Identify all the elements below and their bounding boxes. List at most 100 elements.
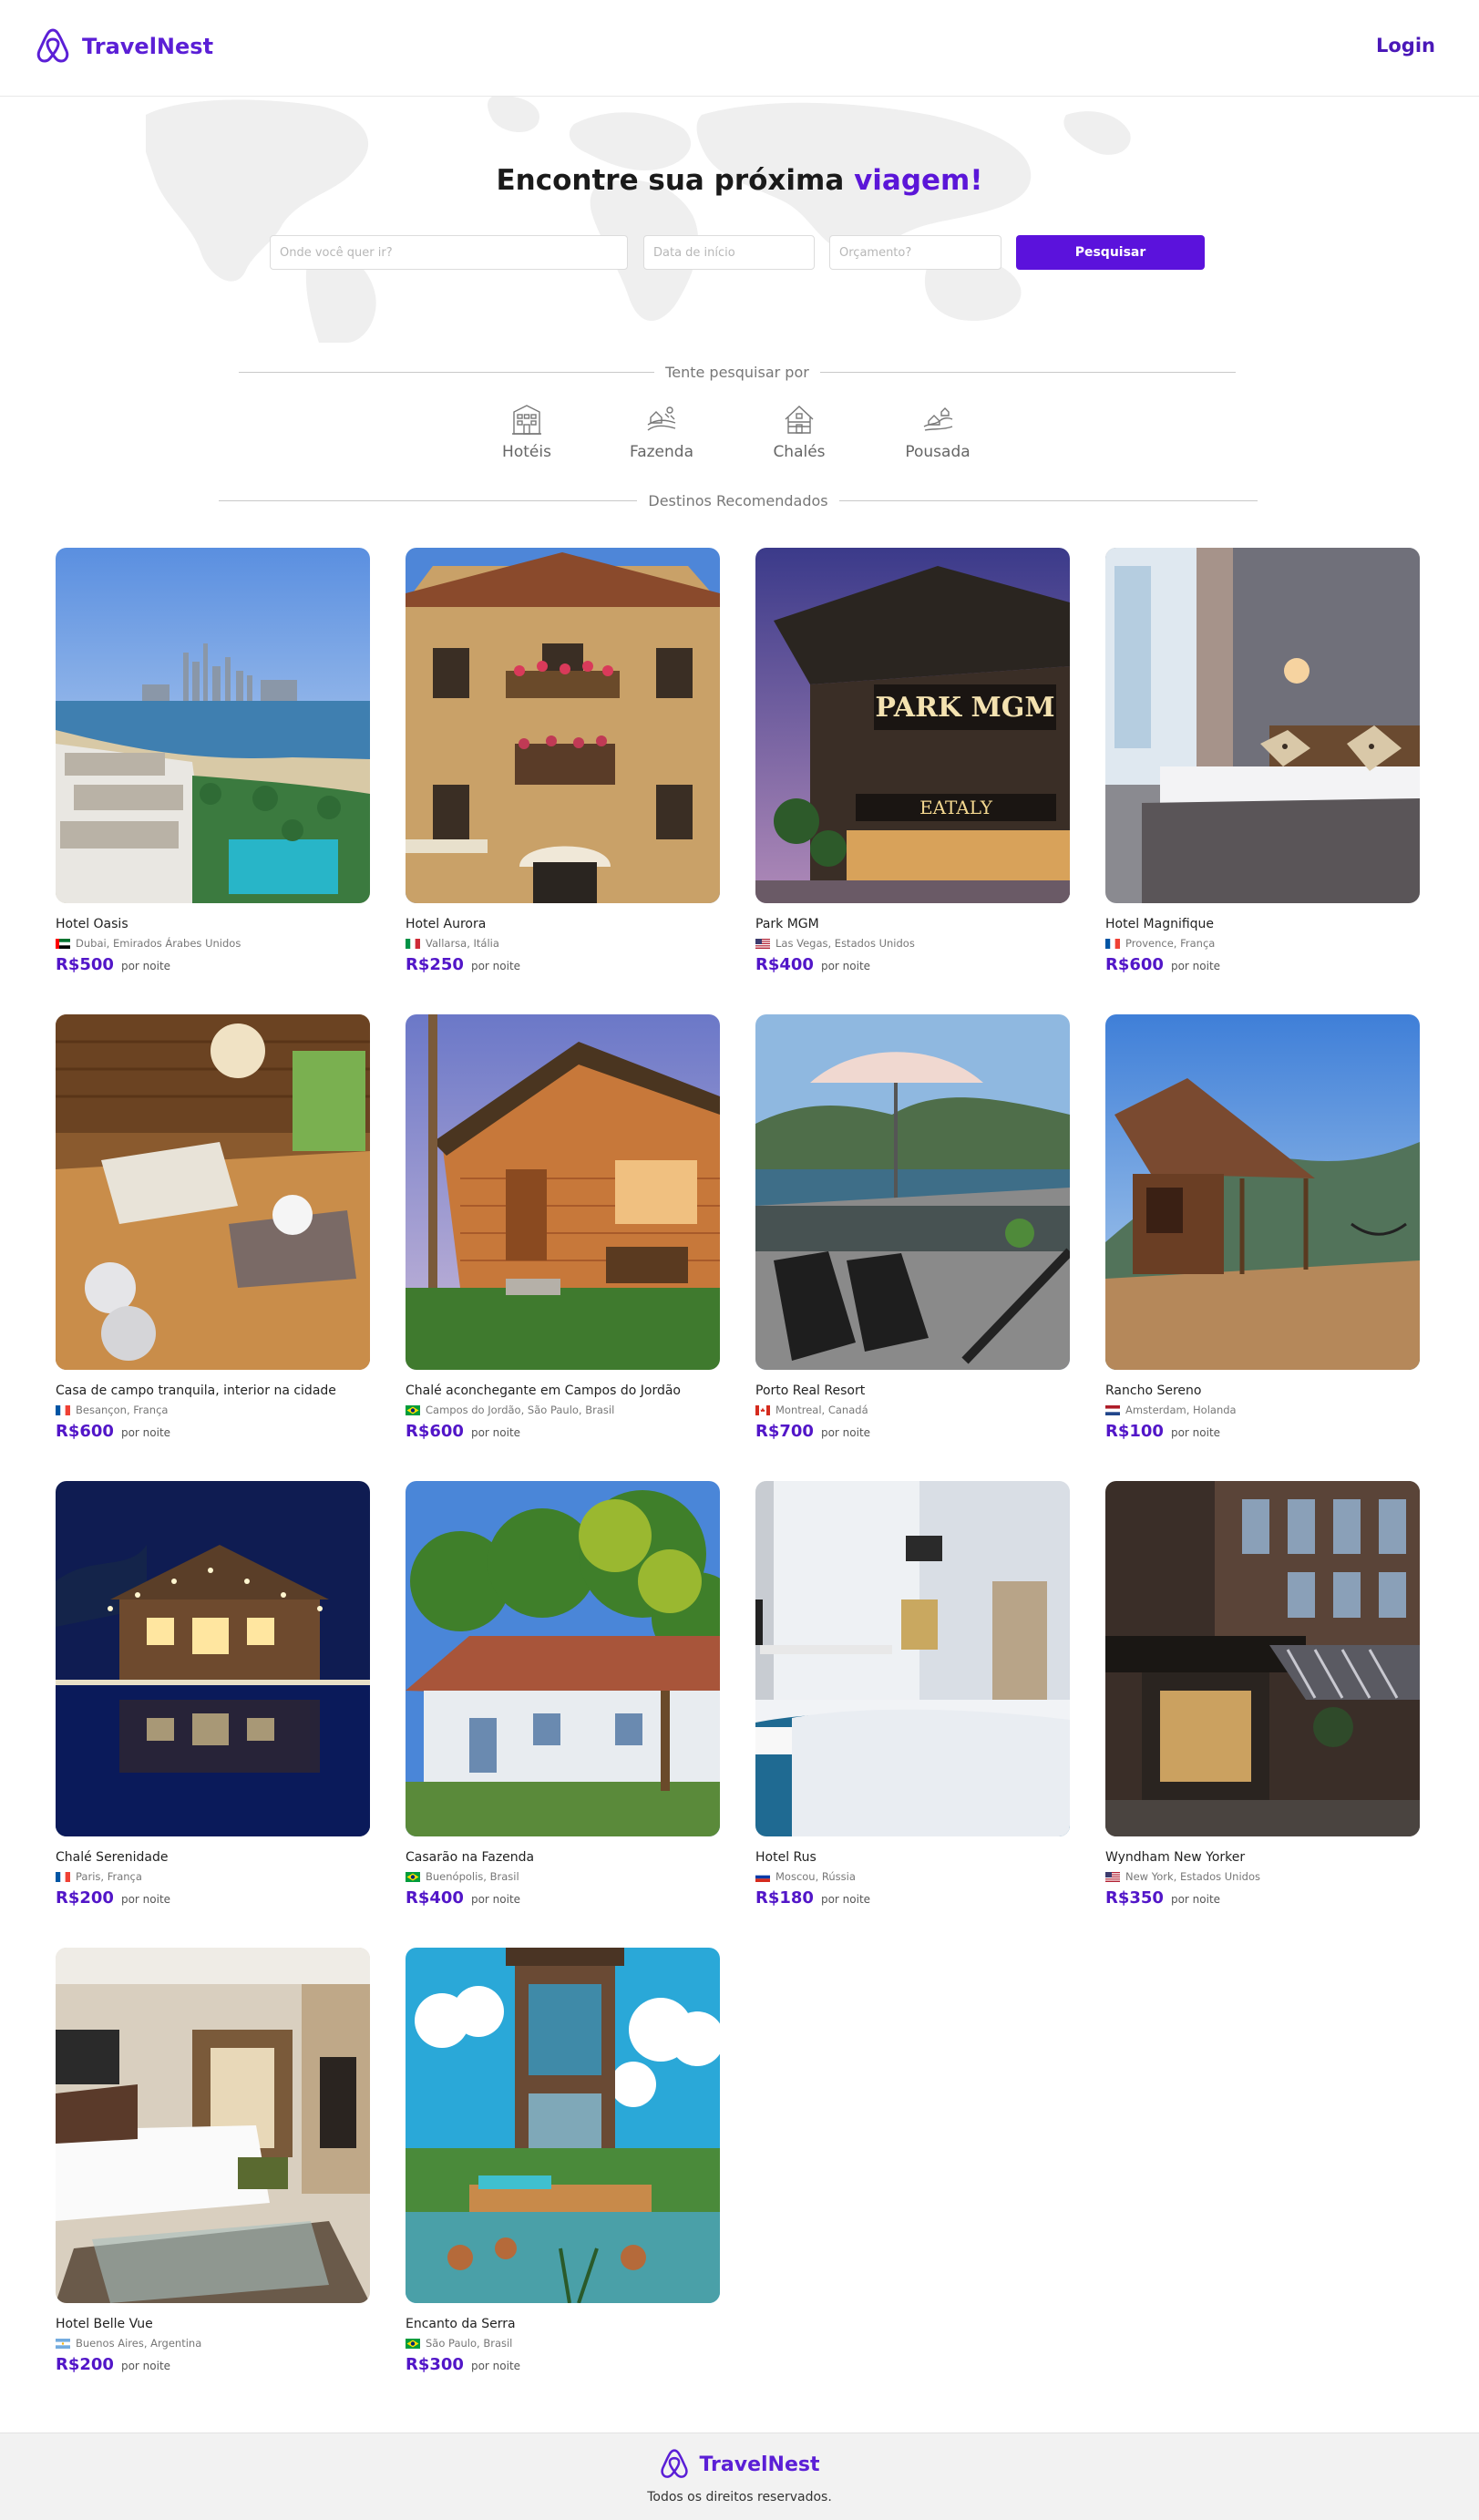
listing-photo[interactable] — [1105, 548, 1420, 903]
login-link[interactable]: Login — [1376, 35, 1435, 57]
divider-line — [838, 499, 1258, 501]
listing-price-row: R$400 por noite — [755, 955, 1070, 974]
listing-price: R$600 — [1105, 955, 1164, 974]
listing-card[interactable]: Hotel Rus Moscou, Rússia R$180 por noite — [755, 1481, 1070, 1908]
france-flag-icon — [1105, 938, 1120, 949]
listing-photo[interactable] — [1105, 1014, 1420, 1370]
airbnb-logo-icon — [36, 28, 69, 63]
world-map-background — [146, 97, 1131, 343]
per-night-label: por noite — [120, 1893, 171, 1906]
usa-flag-icon — [755, 938, 770, 949]
listing-location: Las Vegas, Estados Unidos — [755, 936, 1070, 951]
listing-photo[interactable] — [406, 1014, 720, 1370]
search-button[interactable]: Pesquisar — [1016, 235, 1205, 270]
listing-card[interactable]: Wyndham New Yorker New York, Estados Uni… — [1105, 1481, 1420, 1908]
listing-location: Moscou, Rússia — [755, 1869, 1070, 1884]
listing-card[interactable]: Hotel Magnifique Provence, França R$600 … — [1105, 548, 1420, 974]
listing-photo[interactable] — [406, 1948, 720, 2303]
brand-name: TravelNest — [82, 34, 214, 59]
category-inn[interactable]: Pousada — [888, 403, 988, 461]
listing-location-text: Buenópolis, Brasil — [426, 1870, 519, 1883]
france-flag-icon — [56, 1404, 70, 1415]
listing-card[interactable]: Chalé aconchegante em Campos do Jordão C… — [406, 1014, 720, 1441]
hero-section: Encontre sua próxima viagem! Pesquisar — [0, 97, 1479, 343]
usa-flag-icon — [1105, 1871, 1120, 1882]
start-date-input[interactable] — [643, 235, 815, 270]
listing-photo-image — [406, 1481, 720, 1836]
listing-location: Montreal, Canadá — [755, 1403, 1070, 1417]
listing-photo[interactable] — [406, 1481, 720, 1836]
listing-photo-image — [755, 1481, 1070, 1836]
listing-card[interactable]: Casa de campo tranquila, interior na cid… — [56, 1014, 370, 1441]
destination-input[interactable] — [270, 235, 628, 270]
chalet-icon — [785, 406, 814, 434]
listing-location: Buenópolis, Brasil — [406, 1869, 720, 1884]
canada-flag-icon — [755, 1404, 770, 1415]
listing-card[interactable]: Rancho Sereno Amsterdam, Holanda R$100 p… — [1105, 1014, 1420, 1441]
per-night-label: por noite — [820, 1426, 871, 1439]
listing-price: R$400 — [406, 1888, 464, 1908]
listing-card[interactable]: Casarão na Fazenda Buenópolis, Brasil R$… — [406, 1481, 720, 1908]
russia-flag-icon — [755, 1871, 770, 1882]
listing-price: R$200 — [56, 1888, 114, 1908]
listing-price-row: R$100 por noite — [1105, 1422, 1420, 1441]
listing-location-text: Dubai, Emirados Árabes Unidos — [76, 937, 241, 950]
listing-photo-image — [56, 1014, 370, 1370]
copyright-text: Todos os direitos reservados. — [647, 2490, 832, 2505]
category-hotels[interactable]: Hotéis — [477, 403, 577, 461]
listing-photo[interactable] — [56, 1014, 370, 1370]
hero-title-prefix: Encontre sua próxima — [496, 164, 845, 197]
listing-photo-image — [56, 548, 370, 903]
listing-card[interactable]: Hotel Aurora Vallarsa, Itália R$250 por … — [406, 548, 720, 974]
listing-price-row: R$300 por noite — [406, 2355, 720, 2374]
listing-price-row: R$600 por noite — [1105, 955, 1420, 974]
listing-location-text: Campos do Jordão, São Paulo, Brasil — [426, 1404, 615, 1416]
listing-card[interactable]: Porto Real Resort Montreal, Canadá R$700… — [755, 1014, 1070, 1441]
listing-card[interactable]: PARK MGM EATALY Park MGM Las Vegas, Esta… — [755, 548, 1070, 974]
listing-photo[interactable] — [56, 548, 370, 903]
brand-logo[interactable]: TravelNest — [35, 27, 213, 66]
listing-card[interactable]: Encanto da Serra São Paulo, Brasil R$300… — [406, 1948, 720, 2374]
listing-photo[interactable] — [56, 1948, 370, 2303]
per-night-label: por noite — [1170, 1893, 1221, 1906]
listing-price: R$600 — [56, 1422, 114, 1441]
listing-card[interactable]: Chalé Serenidade Paris, França R$200 por… — [56, 1481, 370, 1908]
divider-line — [219, 499, 638, 501]
listing-name: Rancho Sereno — [1105, 1383, 1202, 1398]
listing-photo[interactable] — [406, 548, 720, 903]
listing-location: Buenos Aires, Argentina — [56, 2336, 370, 2350]
listing-photo[interactable] — [755, 1481, 1070, 1836]
listing-name: Park MGM — [755, 917, 819, 931]
category-label: Fazenda — [629, 443, 693, 461]
brazil-flag-icon — [406, 2338, 420, 2349]
listing-location-text: New York, Estados Unidos — [1125, 1870, 1260, 1883]
listing-photo[interactable] — [755, 1014, 1070, 1370]
listing-location: Amsterdam, Holanda — [1105, 1403, 1420, 1417]
recommended-label: Destinos Recomendados — [648, 491, 828, 509]
listing-location: Besançon, França — [56, 1403, 370, 1417]
listing-price: R$100 — [1105, 1422, 1164, 1441]
per-night-label: por noite — [470, 2360, 521, 2372]
budget-input[interactable] — [829, 235, 1001, 270]
listing-price-row: R$400 por noite — [406, 1888, 720, 1908]
listing-photo[interactable] — [1105, 1481, 1420, 1836]
listing-photo[interactable]: PARK MGM EATALY — [755, 548, 1070, 903]
listing-name: Hotel Magnifique — [1105, 917, 1215, 931]
listing-location: Provence, França — [1105, 936, 1420, 951]
listing-photo[interactable] — [56, 1481, 370, 1836]
per-night-label: por noite — [470, 1893, 521, 1906]
listing-card[interactable]: Hotel Oasis Dubai, Emirados Árabes Unido… — [56, 548, 370, 974]
argentina-flag-icon — [56, 2338, 70, 2349]
listing-card[interactable]: Hotel Belle Vue Buenos Aires, Argentina … — [56, 1948, 370, 2374]
try-search-divider: Tente pesquisar por — [239, 363, 1236, 381]
category-chalets[interactable]: Chalés — [749, 403, 849, 461]
listing-location: Vallarsa, Itália — [406, 936, 720, 951]
listing-price-row: R$600 por noite — [56, 1422, 370, 1441]
category-farm[interactable]: Fazenda — [611, 403, 712, 461]
per-night-label: por noite — [1170, 1426, 1221, 1439]
listing-name: Casa de campo tranquila, interior na cid… — [56, 1383, 336, 1398]
footer-brand[interactable]: TravelNest — [0, 2448, 1479, 2481]
per-night-label: por noite — [120, 960, 171, 972]
footer-brand-name: TravelNest — [699, 2453, 820, 2476]
listing-location-text: São Paulo, Brasil — [426, 2337, 513, 2350]
